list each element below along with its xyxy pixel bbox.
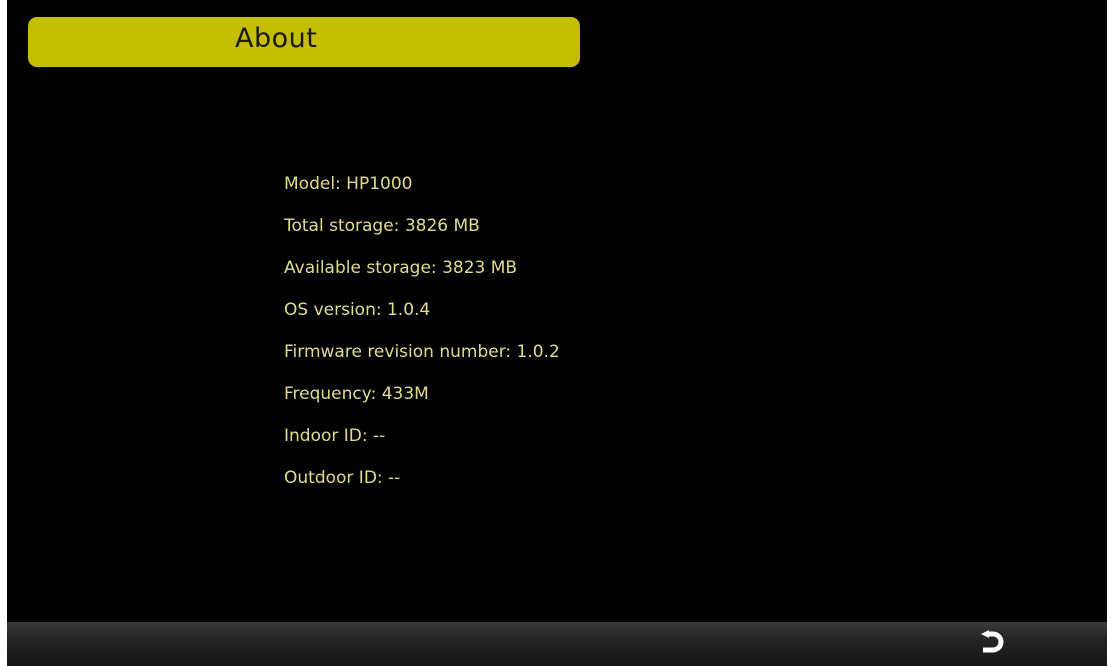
back-button[interactable]	[971, 624, 1011, 664]
info-outdoor-id: Outdoor ID: --	[284, 468, 401, 488]
info-total-storage: Total storage: 3826 MB	[284, 216, 480, 236]
device-info-list: Model: HP1000 Total storage: 3826 MB Ava…	[284, 170, 560, 506]
info-frequency: Frequency: 433M	[284, 384, 429, 404]
info-available-storage: Available storage: 3823 MB	[284, 258, 518, 278]
info-indoor-id: Indoor ID: --	[284, 426, 386, 446]
info-model: Model: HP1000	[284, 174, 413, 194]
title-bar: About	[28, 17, 580, 67]
about-screen: About Model: HP1000 Total storage: 3826 …	[7, 0, 1107, 666]
info-os-version: OS version: 1.0.4	[284, 300, 431, 320]
page-title: About	[235, 23, 318, 54]
back-arrow-icon	[981, 630, 1004, 653]
info-firmware-revision: Firmware revision number: 1.0.2	[284, 342, 560, 362]
bottom-bar	[7, 622, 1107, 666]
